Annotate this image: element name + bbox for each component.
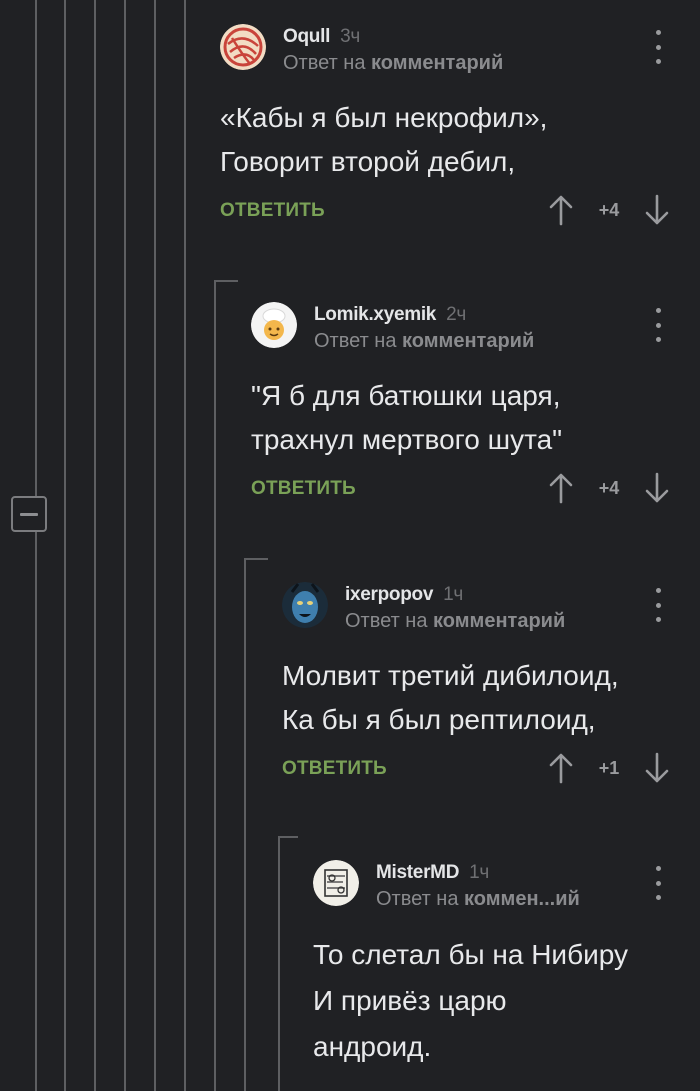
reply-to-link[interactable]: Ответ на комментарий [314,330,534,353]
reply-button[interactable]: ОТВЕТИТЬ [220,200,325,222]
comment-actions: ОТВЕТИТЬ +1 [282,752,700,792]
thread-line[interactable] [154,0,156,1091]
comment-header: Lomik.xyemik 2ч Ответ на комментарий [251,302,700,362]
thread-line[interactable] [124,0,126,1091]
downvote-arrow-icon[interactable] [644,752,670,784]
comment-header: ixerpopov 1ч Ответ на комментарий [282,582,700,642]
comment-time: 1ч [469,862,489,883]
reply-button[interactable]: ОТВЕТИТЬ [282,758,387,780]
collapse-thread-button[interactable] [11,496,47,532]
comment-text-line: Говорит второй дебил, [220,146,516,177]
reply-to-link[interactable]: Ответ на комментарий [345,610,565,633]
username[interactable]: MisterMD 1ч [376,862,489,884]
thread-line[interactable] [184,0,186,1091]
comment-time: 2ч [446,304,466,325]
downvote-arrow-icon[interactable] [644,194,670,226]
minus-icon [20,512,38,516]
vote-controls: +4 [548,194,670,226]
comment: Oqull 3ч Ответ на комментарий «Кабы я был… [220,24,700,234]
more-options-icon[interactable] [654,308,662,342]
thread-branch [244,558,268,560]
comment-time: 1ч [443,584,463,605]
vote-controls: +4 [548,472,670,504]
thread-line[interactable] [214,280,216,1091]
more-options-icon[interactable] [654,866,662,900]
username[interactable]: Lomik.xyemik 2ч [314,304,466,326]
thread-branch [214,280,238,282]
comment-actions: ОТВЕТИТЬ +4 [251,472,700,512]
comment-header: MisterMD 1ч Ответ на коммен...ий [313,860,700,920]
rating-score: +1 [598,757,620,778]
upvote-arrow-icon[interactable] [548,752,574,784]
pizza-avatar[interactable] [220,24,266,70]
thread-line[interactable] [64,0,66,1091]
comment-body: "Я б для батюшки царя, трахнул мертвого … [251,374,700,462]
reply-button[interactable]: ОТВЕТИТЬ [251,478,356,500]
thread-line[interactable] [278,836,280,1091]
sketch-avatar[interactable] [313,860,359,906]
comment-text-line: «Кабы я был некрофил», [220,102,548,133]
comment-body: Молвит третий дибилоид, Ка бы я был репт… [282,654,700,742]
vote-controls: +1 [548,752,670,784]
comment: ixerpopov 1ч Ответ на комментарий Молвит … [282,582,700,792]
more-options-icon[interactable] [654,30,662,64]
thread-line[interactable] [244,558,246,1091]
downvote-arrow-icon[interactable] [644,472,670,504]
thread-line[interactable] [94,0,96,1091]
rating-score: +4 [598,477,620,498]
comment-actions: ОТВЕТИТЬ +4 [220,194,700,234]
more-options-icon[interactable] [654,588,662,622]
upvote-arrow-icon[interactable] [548,194,574,226]
comment-text-line: И привёз царю [313,985,507,1016]
comment-header: Oqull 3ч Ответ на комментарий [220,24,700,84]
avatar-blue-face[interactable] [282,582,328,628]
comment-text-line: Молвит третий дибилоид, [282,660,619,691]
username[interactable]: ixerpopov 1ч [345,584,463,606]
thread-line[interactable] [35,0,37,1091]
comment-text-line: Ка бы я был рептилоид, [282,704,596,735]
comment-time: 3ч [340,26,360,47]
chef-avatar[interactable] [251,302,297,348]
comment-body: «Кабы я был некрофил», Говорит второй де… [220,96,700,184]
username[interactable]: Oqull 3ч [283,26,360,48]
upvote-arrow-icon[interactable] [548,472,574,504]
reply-to-link[interactable]: Ответ на комментарий [283,52,503,75]
comment-text-line: андроид. [313,1031,432,1062]
comment: MisterMD 1ч Ответ на коммен...ий То слета… [313,860,700,1070]
rating-score: +4 [598,199,620,220]
reply-to-link[interactable]: Ответ на коммен...ий [376,888,580,911]
comment-thread-view: Oqull 3ч Ответ на комментарий «Кабы я был… [0,0,700,1091]
comment-body: То слетал бы на Нибиру И привёз царю анд… [313,932,700,1070]
comment-text-line: То слетал бы на Нибиру [313,939,628,970]
thread-branch [278,836,298,838]
comment-text-line: "Я б для батюшки царя, [251,380,561,411]
comment-text-line: трахнул мертвого шута" [251,424,563,455]
comment: Lomik.xyemik 2ч Ответ на комментарий "Я б… [251,302,700,512]
